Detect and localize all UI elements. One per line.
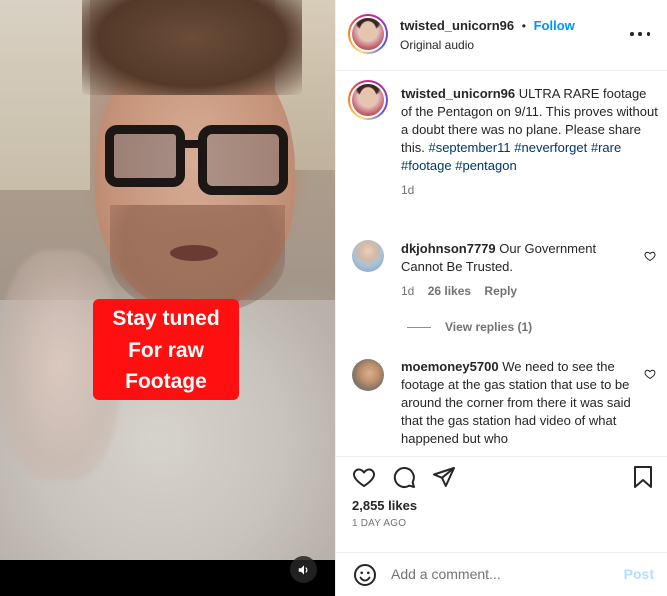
video-glasses-bridge [183, 140, 201, 148]
share-send-icon[interactable] [432, 465, 456, 489]
reply-button[interactable]: Reply [484, 284, 517, 298]
hashtag-link[interactable]: #september11 [428, 140, 510, 155]
caption-username[interactable]: twisted_unicorn96 [401, 86, 515, 101]
video-glasses-left [105, 125, 185, 187]
like-heart-icon[interactable] [352, 465, 376, 489]
comment-bubble-icon[interactable] [392, 465, 416, 489]
comment-item: moemoney5700 We need to see the footage … [401, 358, 633, 448]
hashtag-link[interactable]: #rare [591, 140, 621, 155]
emoji-icon[interactable] [353, 563, 377, 587]
like-count[interactable]: 2,855 likes [352, 498, 417, 513]
post-author-username[interactable]: twisted_unicorn96 [400, 18, 514, 33]
post-header: twisted_unicorn96 • Follow Original audi… [336, 0, 667, 71]
comment-like-icon[interactable] [644, 368, 656, 380]
add-comment-bar: Post [336, 552, 667, 596]
comment-avatar[interactable] [352, 240, 384, 272]
caption-age[interactable]: 1d [401, 183, 659, 197]
audio-label[interactable]: Original audio [400, 38, 474, 52]
video-person-mouth [170, 245, 218, 261]
video-player[interactable]: Stay tuned For raw Footage [0, 0, 335, 596]
video-background [0, 0, 90, 190]
comment-username[interactable]: moemoney5700 [401, 359, 499, 374]
comments-list[interactable]: twisted_unicorn96 ULTRA RARE footage of … [336, 72, 667, 457]
post-timestamp[interactable]: 1 DAY AGO [352, 518, 406, 529]
avatar[interactable] [348, 14, 388, 54]
caption-text: twisted_unicorn96 ULTRA RARE footage of … [401, 85, 659, 175]
hashtag-link[interactable]: #footage [401, 158, 452, 173]
save-bookmark-icon[interactable] [632, 465, 654, 489]
video-caption-line: Footage [125, 370, 207, 393]
video-caption-overlay: Stay tuned For raw Footage [93, 299, 239, 400]
follow-button[interactable]: Follow [534, 18, 575, 33]
hashtag-link[interactable]: #neverforget [514, 140, 587, 155]
video-caption-line: Stay tuned [112, 307, 220, 330]
comment-age[interactable]: 1d [401, 284, 414, 298]
add-comment-input[interactable] [391, 566, 601, 582]
more-options-icon[interactable] [630, 26, 650, 42]
post-actions: 2,855 likes 1 DAY AGO [336, 456, 667, 552]
hashtag-link[interactable]: #pentagon [455, 158, 516, 173]
comment-avatar[interactable] [352, 359, 384, 391]
video-glasses-right [198, 125, 288, 195]
comment-text: dkjohnson7779 Our Government Cannot Be T… [401, 240, 633, 276]
caption-block: twisted_unicorn96 ULTRA RARE footage of … [401, 85, 659, 197]
comment-username[interactable]: dkjohnson7779 [401, 241, 496, 256]
video-caption-line: For raw [128, 338, 204, 362]
post-comment-button[interactable]: Post [624, 566, 654, 582]
caption-avatar[interactable] [348, 80, 388, 120]
comment-meta: 1d 26 likes Reply [401, 284, 633, 298]
comment-item: dkjohnson7779 Our Government Cannot Be T… [401, 240, 633, 298]
video-frame: Stay tuned For raw Footage [0, 0, 335, 560]
video-person-hair [82, 0, 302, 95]
sound-toggle-button[interactable] [290, 556, 317, 583]
view-replies-line [407, 327, 431, 328]
video-bottom-bar [0, 560, 335, 596]
comment-like-icon[interactable] [644, 250, 656, 262]
comment-text: moemoney5700 We need to see the footage … [401, 358, 633, 448]
speaker-icon [298, 564, 307, 575]
view-replies-button[interactable]: View replies (1) [445, 320, 532, 334]
post-side-panel: twisted_unicorn96 • Follow Original audi… [335, 0, 667, 596]
comment-likes[interactable]: 26 likes [428, 284, 471, 298]
separator-dot: • [521, 19, 526, 33]
